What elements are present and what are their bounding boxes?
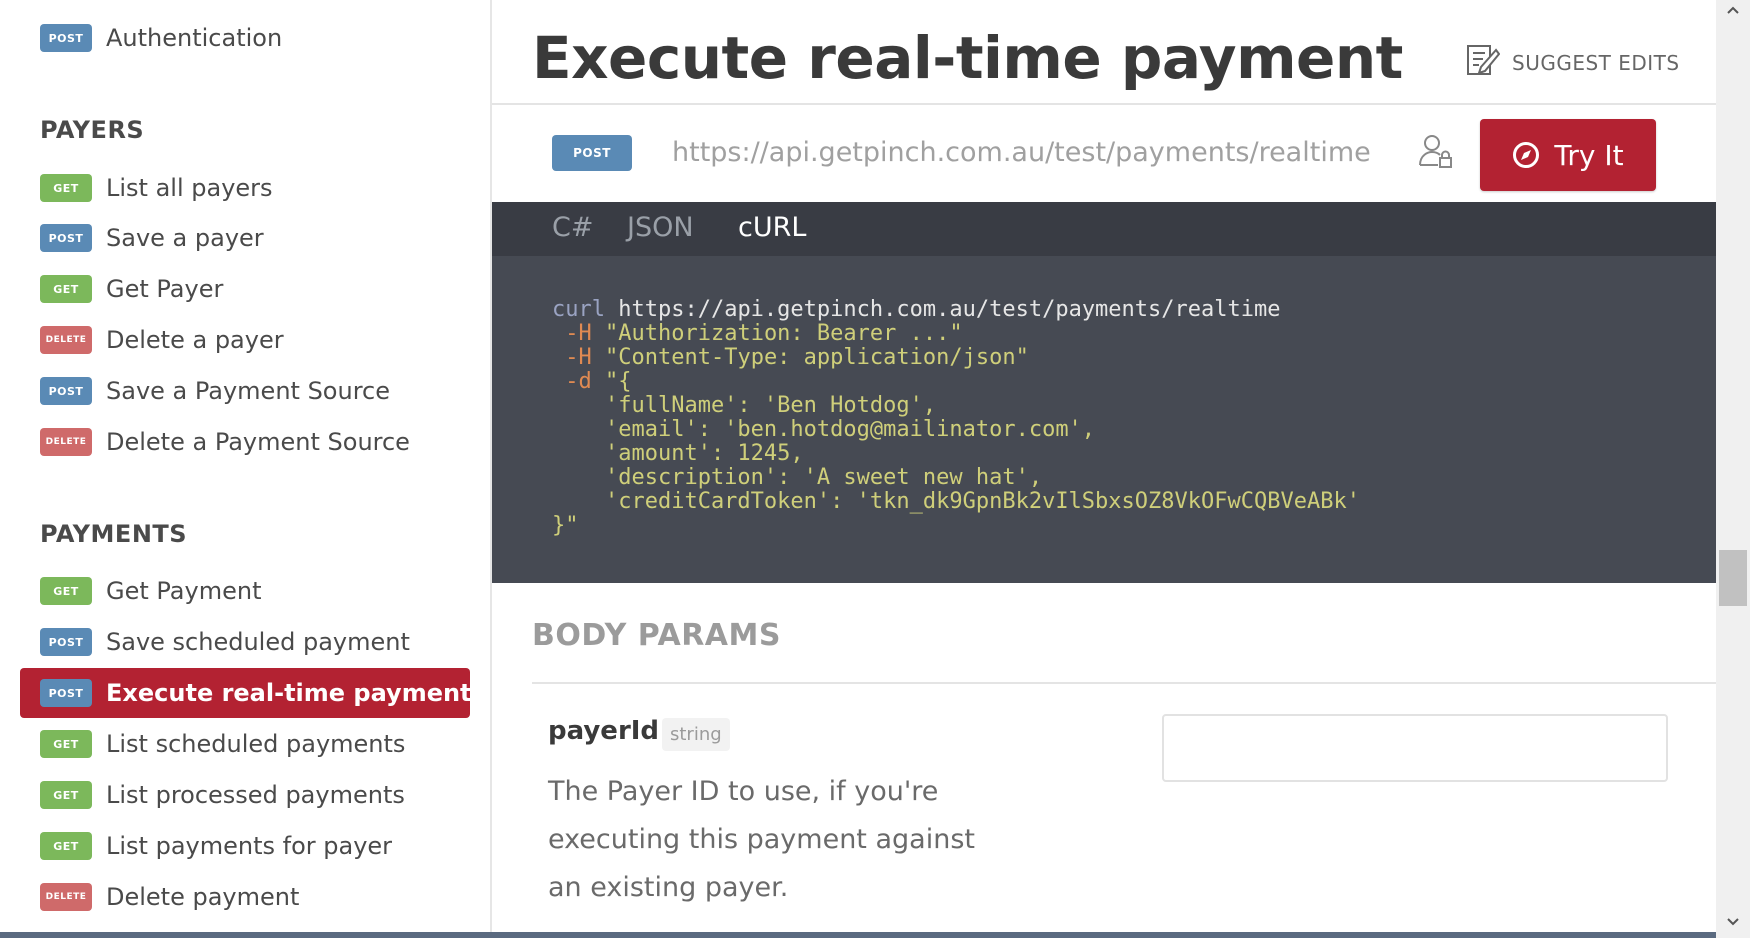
section-title-payments: PAYMENTS (40, 520, 188, 548)
method-badge: POST (40, 24, 92, 52)
sidebar-item-label: List all payers (106, 174, 273, 202)
code-body-line: 'creditCardToken': 'tkn_dk9GpnBk2vIlSbxs… (552, 489, 1360, 514)
code-command: curl (552, 297, 605, 322)
code-url: https://api.getpinch.com.au/test/payment… (618, 297, 1281, 322)
sidebar-item-label: List scheduled payments (106, 730, 406, 758)
method-badge: POST (40, 628, 92, 656)
sidebar: POST Authentication PAYERS GET List all … (0, 0, 492, 938)
edit-document-icon (1466, 42, 1501, 83)
suggest-edits-button[interactable]: SUGGEST EDITS (1466, 42, 1680, 83)
code-language-tabs: C# JSON cURL (492, 202, 1716, 256)
section-title-payers: PAYERS (40, 116, 145, 144)
sidebar-item-label: List payments for payer (106, 832, 393, 860)
sidebar-item-save-a-payment-source[interactable]: POST Save a Payment Source (20, 366, 470, 416)
sidebar-item-delete-a-payer[interactable]: DELETE Delete a payer (20, 315, 470, 365)
code-header: "Content-Type: application/json" (605, 345, 1029, 370)
code-text: curl https://api.getpinch.com.au/test/pa… (552, 298, 1360, 538)
method-badge: GET (40, 275, 92, 303)
sidebar-item-label: Save a Payment Source (106, 377, 391, 405)
code-header: "Authorization: Bearer ..." (605, 321, 963, 346)
scrollbar-thumb[interactable] (1719, 550, 1747, 606)
sidebar-item-label: Execute real-time payment (106, 679, 472, 707)
sidebar-item-label: Delete a Payment Source (106, 428, 410, 456)
scrollbar[interactable] (1716, 0, 1750, 938)
try-it-button[interactable]: Try It (1480, 119, 1656, 191)
code-body-line: 'email': 'ben.hotdog@mailinator.com', (552, 417, 1096, 442)
endpoint-bar: POST https://api.getpinch.com.au/test/pa… (492, 105, 1716, 201)
method-badge: GET (40, 781, 92, 809)
sidebar-item-list-scheduled-payments[interactable]: GET List scheduled payments (20, 719, 470, 769)
method-badge: GET (40, 730, 92, 758)
sidebar-item-delete-payment[interactable]: DELETE Delete payment (20, 872, 470, 922)
tab-json[interactable]: JSON (627, 212, 694, 243)
sidebar-item-get-payer[interactable]: GET Get Payer (20, 264, 470, 314)
user-lock-icon[interactable] (1418, 133, 1454, 169)
payerid-input[interactable] (1162, 714, 1668, 782)
param-type-badge: string (662, 718, 730, 751)
method-badge: DELETE (40, 326, 92, 354)
sidebar-item-save-scheduled-payment[interactable]: POST Save scheduled payment (20, 617, 470, 667)
suggest-edits-label: SUGGEST EDITS (1512, 50, 1680, 75)
method-badge: POST (40, 224, 92, 252)
scroll-down-arrow-icon[interactable] (1716, 912, 1750, 932)
sidebar-item-label: Authentication (106, 24, 283, 52)
method-badge: GET (40, 832, 92, 860)
code-flag: -d (565, 369, 592, 394)
body-params-title: BODY PARAMS (532, 618, 781, 653)
scroll-up-arrow-icon[interactable] (1716, 0, 1750, 20)
code-body-line: 'description': 'A sweet new hat', (552, 465, 1043, 490)
divider (532, 682, 1716, 684)
tab-csharp[interactable]: C# (552, 212, 593, 243)
method-badge: DELETE (40, 428, 92, 456)
sidebar-item-authentication[interactable]: POST Authentication (20, 13, 470, 63)
compass-icon (1512, 141, 1540, 169)
param-description: The Payer ID to use, if you're executing… (548, 776, 975, 903)
method-badge: POST (40, 679, 92, 707)
method-badge: GET (40, 174, 92, 202)
bottom-edge (0, 932, 1716, 938)
sidebar-item-label: Save a payer (106, 224, 264, 252)
sidebar-item-get-payment[interactable]: GET Get Payment (20, 566, 470, 616)
sidebar-item-label: Get Payer (106, 275, 224, 303)
code-flag: -H (565, 345, 592, 370)
sidebar-item-label: Get Payment (106, 577, 262, 605)
sidebar-item-label: Delete payment (106, 883, 300, 911)
code-sample: curl https://api.getpinch.com.au/test/pa… (492, 256, 1716, 583)
method-badge: GET (40, 577, 92, 605)
sidebar-item-list-all-payers[interactable]: GET List all payers (20, 163, 470, 213)
code-flag: -H (565, 321, 592, 346)
page-title: Execute real-time payment (532, 24, 1403, 92)
sidebar-item-label: List processed payments (106, 781, 405, 809)
sidebar-item-delete-a-payment-source[interactable]: DELETE Delete a Payment Source (20, 417, 470, 467)
code-body-line: }" (552, 513, 579, 538)
sidebar-item-list-payments-for-payer[interactable]: GET List payments for payer (20, 821, 470, 871)
param-name: payerId (548, 716, 660, 746)
sidebar-item-label: Delete a payer (106, 326, 284, 354)
sidebar-item-save-a-payer[interactable]: POST Save a payer (20, 213, 470, 263)
endpoint-url: https://api.getpinch.com.au/test/payment… (672, 137, 1371, 168)
method-badge: POST (40, 377, 92, 405)
sidebar-item-execute-real-time-payment[interactable]: POST Execute real-time payment (20, 668, 472, 718)
tab-curl[interactable]: cURL (738, 212, 806, 243)
code-body-line: 'amount': 1245, (552, 441, 804, 466)
code-body-line: 'fullName': 'Ben Hotdog', (552, 393, 937, 418)
sidebar-item-list-processed-payments[interactable]: GET List processed payments (20, 770, 470, 820)
main-content: Execute real-time payment SUGGEST EDITS … (492, 0, 1716, 938)
method-badge: POST (552, 135, 632, 171)
method-badge: DELETE (40, 883, 92, 911)
code-body-line: "{ (605, 369, 632, 394)
sidebar-item-label: Save scheduled payment (106, 628, 410, 656)
try-it-label: Try It (1554, 138, 1624, 172)
